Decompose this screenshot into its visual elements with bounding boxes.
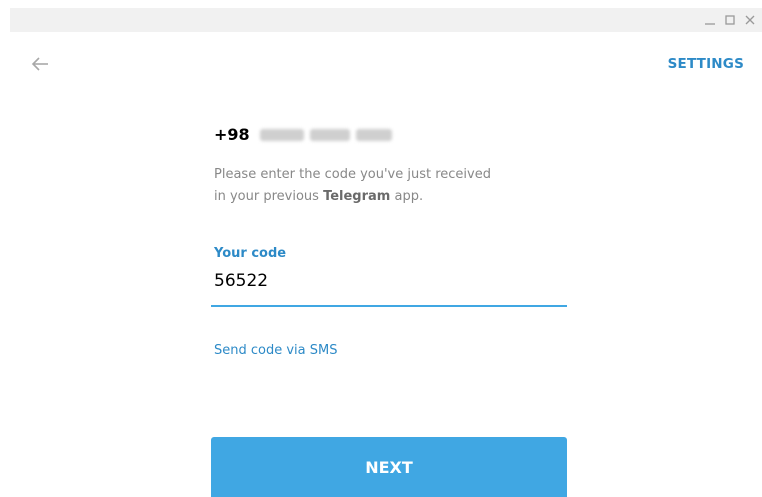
next-button[interactable]: NEXT [211, 437, 567, 497]
instructions-prefix: in your previous [214, 189, 324, 204]
phone-number-redacted [259, 128, 392, 141]
code-field-label: Your code [214, 246, 287, 261]
phone-number: +98 [214, 125, 392, 144]
code-input-underline [211, 305, 567, 307]
settings-link[interactable]: SETTINGS [668, 56, 744, 72]
instructions-app-name: Telegram [323, 189, 391, 204]
close-icon [745, 15, 755, 25]
phone-prefix: +98 [214, 125, 250, 144]
code-input[interactable] [214, 268, 566, 294]
arrow-left-icon [31, 57, 48, 71]
code-instructions: Please enter the code you've just receiv… [214, 164, 554, 208]
instructions-suffix: app. [390, 189, 424, 204]
minimize-icon [705, 23, 715, 25]
maximize-icon [725, 15, 735, 25]
title-bar [0, 0, 762, 32]
instructions-line-2: in your previous Telegram app. [214, 186, 554, 208]
instructions-line-1: Please enter the code you've just receiv… [214, 167, 491, 182]
send-code-via-sms-link[interactable]: Send code via SMS [214, 343, 337, 358]
title-bar-strip [10, 8, 762, 32]
next-button-label: NEXT [365, 457, 413, 477]
close-button[interactable] [738, 8, 762, 32]
back-button[interactable] [28, 52, 52, 76]
